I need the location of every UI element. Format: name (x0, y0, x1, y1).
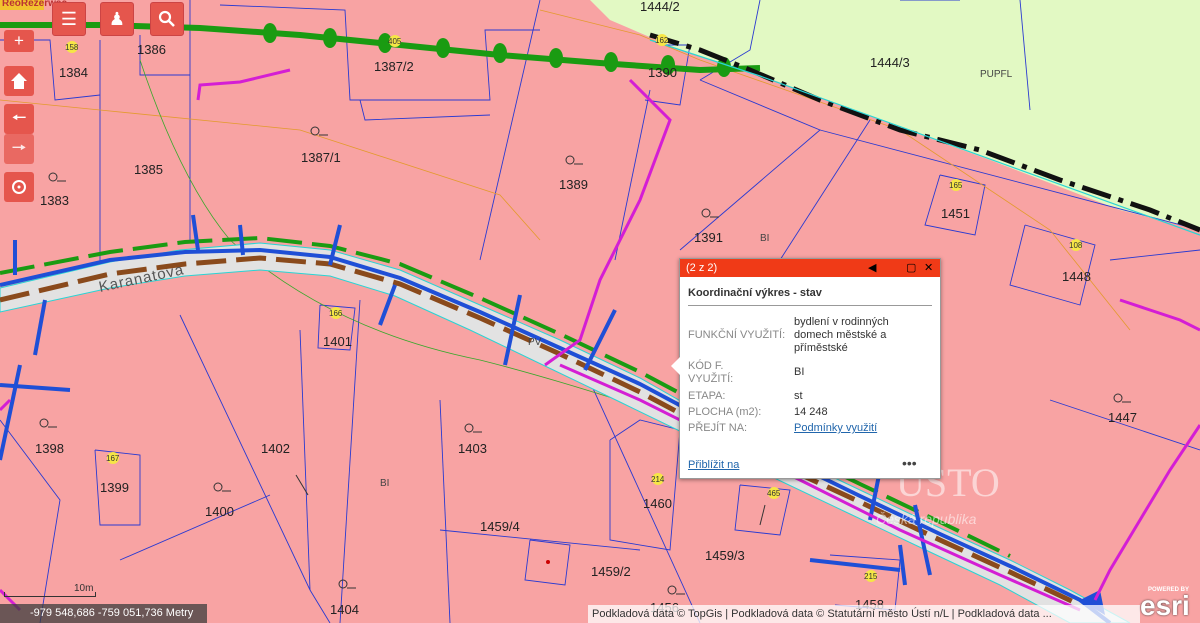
attr-label: PŘEJÍT NA: (688, 422, 748, 434)
svg-text:162: 162 (655, 36, 669, 45)
home-button[interactable] (4, 66, 34, 96)
attr-value: bydlení v rodinných domech městské a pří… (794, 316, 889, 354)
zoom-in-icon: + (14, 31, 24, 50)
popup-header: (2 z 2) ◀ ▢ ✕ (680, 259, 940, 277)
parcel-label: 1459/3 (705, 548, 745, 563)
attribution: Podkladová data © TopGis | Podkladová da… (588, 605, 1140, 623)
attr-value: Podmínky využití (794, 422, 929, 435)
zone-label-bi: BI (380, 478, 389, 489)
parcel-label: 1403 (458, 441, 487, 456)
parcel-label: 1383 (40, 193, 69, 208)
scale-bar (4, 592, 96, 597)
conditions-link[interactable]: Podmínky využití (794, 422, 877, 434)
point-marker (546, 560, 550, 564)
zone-label-bi: BI (760, 233, 769, 244)
search-icon (158, 10, 175, 27)
attr-value: st (794, 390, 803, 402)
popup-pointer (671, 357, 680, 375)
attr-label: ETAPA: (688, 390, 726, 402)
locate-button[interactable] (4, 172, 34, 202)
svg-text:167: 167 (106, 454, 120, 463)
parcel-label: 1460 (643, 496, 672, 511)
layers-button[interactable]: ☰ (52, 2, 86, 36)
parcel-label: 1444/2 (640, 0, 680, 14)
parcel-label: 1389 (559, 177, 588, 192)
svg-text:465: 465 (767, 489, 781, 498)
parcel-label: 1398 (35, 441, 64, 456)
parcel-label: 1391 (694, 230, 723, 245)
parcel-label: 1459/4 (480, 519, 520, 534)
svg-text:214: 214 (651, 475, 665, 484)
svg-text:158: 158 (65, 43, 79, 52)
parcel-label: 1384 (59, 65, 88, 80)
parcel-label: 1385 (134, 162, 163, 177)
parcel-label: 1386 (137, 42, 166, 57)
svg-text:215: 215 (864, 572, 878, 581)
forward-icon: 🠖 (11, 137, 27, 157)
feature-popup: (2 z 2) ◀ ▢ ✕ Koordinační výkres - stav … (671, 258, 941, 479)
svg-text:165: 165 (949, 181, 963, 190)
zone-label-pupfl: PUPFL (980, 69, 1013, 80)
parcel-label: 1400 (205, 504, 234, 519)
person-icon: ♟ (108, 8, 126, 29)
svg-text:108: 108 (1069, 241, 1083, 250)
maximize-icon[interactable]: ▢ (906, 261, 916, 274)
parcel-label: 1404 (330, 602, 359, 617)
attr-label: KÓD F. VYUŽITÍ: (688, 360, 734, 385)
svg-text:166: 166 (329, 309, 343, 318)
esri-wordmark: esri (1140, 590, 1190, 621)
parcel-label: 1447 (1108, 410, 1137, 425)
svg-text:405: 405 (388, 37, 402, 46)
attr-value: 14 248 (794, 406, 828, 418)
parcel-label: 1401 (323, 334, 352, 349)
layers-icon: ☰ (60, 8, 78, 29)
app-logo: ReoRezerwac (0, 0, 68, 10)
locate-icon (12, 180, 26, 194)
esri-logo[interactable]: POWERED BY esri (1140, 586, 1200, 623)
person-button[interactable]: ♟ (100, 2, 134, 36)
watermark-subtext: Česká republika (876, 511, 977, 527)
parcel-label: 1444/3 (870, 55, 910, 70)
parcel-label: 1387/1 (301, 150, 341, 165)
zoom-to-link[interactable]: Přiblížit na (688, 459, 739, 471)
attr-label: PLOCHA (m2): (688, 406, 762, 418)
zone-label-pv: PV (528, 337, 542, 348)
parcel-label: 1387/2 (374, 59, 414, 74)
forward-button[interactable]: 🠖 (4, 134, 34, 164)
coordinates-readout: -979 548,686 -759 051,736 Metry (0, 604, 207, 623)
zoom-in-button[interactable]: + (4, 30, 34, 52)
popup-counter: (2 z 2) (686, 262, 718, 274)
home-icon (11, 73, 27, 89)
popup-title: Koordinační výkres - stav (688, 287, 932, 306)
parcel-label: 1451 (941, 206, 970, 221)
attr-value: BI (794, 366, 805, 378)
close-icon[interactable]: ✕ (924, 261, 933, 274)
previous-feature-icon[interactable]: ◀ (868, 261, 876, 274)
back-button[interactable]: 🠔 (4, 104, 34, 134)
parcel-label: 1459/2 (591, 564, 631, 579)
parcel-label: 1399 (100, 480, 129, 495)
parcel-label: 1448 (1062, 269, 1091, 284)
parcel-label: 1402 (261, 441, 290, 456)
more-options-button[interactable]: ••• (902, 455, 917, 471)
search-button[interactable] (150, 2, 184, 36)
attr-label: FUNKČNÍ VYUŽITÍ: (688, 329, 786, 341)
parcel-label: 1390 (648, 65, 677, 80)
back-icon: 🠔 (11, 107, 27, 127)
